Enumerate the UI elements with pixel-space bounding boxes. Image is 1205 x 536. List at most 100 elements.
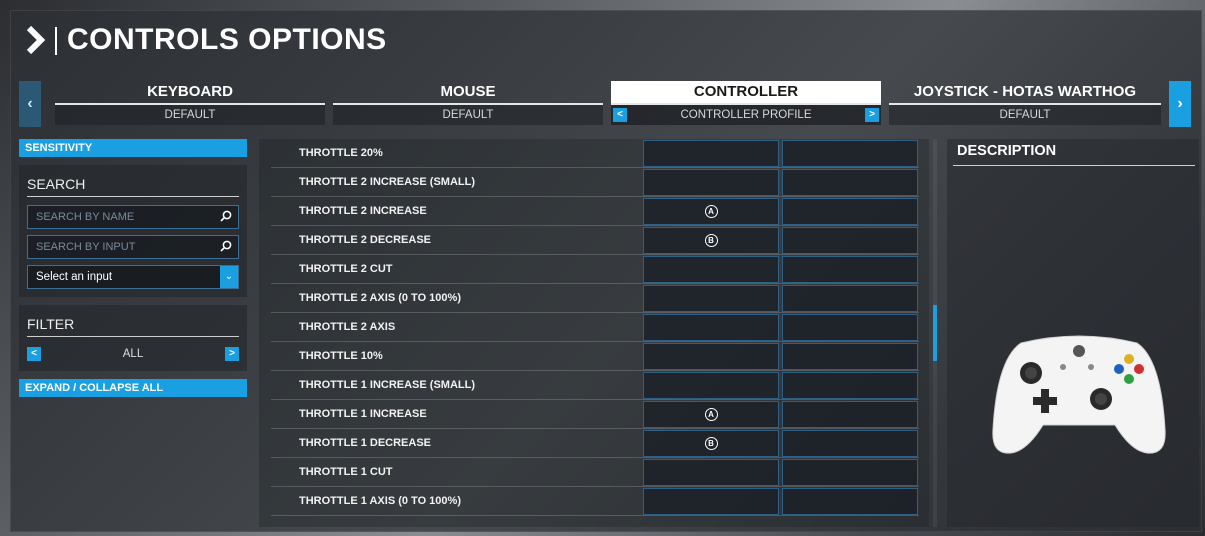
binding-input-1[interactable] (643, 285, 779, 312)
binding-input-1[interactable] (643, 372, 779, 399)
tab-label: KEYBOARD (147, 83, 233, 100)
tab-next-button[interactable]: › (1169, 81, 1191, 127)
binding-input-2[interactable] (782, 401, 918, 428)
binding-input-1[interactable]: B (643, 227, 779, 254)
search-icon[interactable] (220, 240, 232, 252)
controller-button-a-icon: A (704, 408, 718, 422)
sensitivity-button[interactable]: SENSITIVITY (19, 139, 247, 157)
binding-input-1[interactable] (643, 459, 779, 486)
search-icon[interactable] (220, 210, 232, 222)
tab-label: MOUSE (440, 83, 496, 100)
left-panel: SENSITIVITY SEARCH SEARCH BY NAME SEARCH… (19, 139, 247, 397)
chevron-left-icon[interactable]: < (27, 347, 41, 361)
search-by-name-placeholder: SEARCH BY NAME (36, 211, 135, 223)
profile-next-icon[interactable]: > (865, 108, 879, 122)
table-row[interactable]: THROTTLE 10% (271, 342, 919, 371)
binding-input-1[interactable]: A (643, 198, 779, 225)
chevron-right-icon[interactable] (25, 25, 47, 55)
description-divider (953, 165, 1195, 166)
tab-profile: DEFAULT (333, 105, 603, 125)
binding-input-2[interactable] (782, 256, 918, 283)
binding-input-2[interactable] (782, 430, 918, 457)
tab-profile: DEFAULT (55, 105, 325, 125)
title-separator (55, 27, 57, 55)
search-by-input-field[interactable]: SEARCH BY INPUT (27, 235, 239, 259)
binding-input-1[interactable] (643, 314, 779, 341)
binding-input-2[interactable] (782, 285, 918, 312)
binding-input-2[interactable] (782, 314, 918, 341)
binding-input-1[interactable] (643, 256, 779, 283)
table-row[interactable]: THROTTLE 1 DECREASE B (271, 429, 919, 458)
chevron-down-icon[interactable]: ⌄ (220, 266, 238, 288)
binding-label: THROTTLE 2 INCREASE (299, 205, 427, 217)
binding-label: THROTTLE 1 CUT (299, 466, 393, 478)
table-row[interactable]: THROTTLE 2 DECREASE B (271, 226, 919, 255)
binding-input-2[interactable] (782, 140, 918, 167)
binding-input-2[interactable] (782, 488, 918, 515)
binding-label: THROTTLE 20% (299, 147, 383, 159)
binding-input-1[interactable]: B (643, 430, 779, 457)
binding-input-2[interactable] (782, 372, 918, 399)
binding-input-1[interactable]: A (643, 401, 779, 428)
table-row[interactable]: THROTTLE 1 INCREASE (SMALL) (271, 371, 919, 400)
binding-label: THROTTLE 1 INCREASE (SMALL) (299, 379, 475, 391)
table-row[interactable]: THROTTLE 2 AXIS (0 TO 100%) (271, 284, 919, 313)
table-row[interactable]: THROTTLE 1 INCREASE A (271, 400, 919, 429)
tab-controller[interactable]: CONTROLLER < CONTROLLER PROFILE > (611, 81, 881, 127)
binding-input-1[interactable] (643, 343, 779, 370)
search-title: SEARCH (27, 172, 239, 197)
profile-prev-icon[interactable]: < (613, 108, 627, 122)
device-tabs: ‹ KEYBOARD DEFAULT MOUSE DEFAULT CONTROL… (19, 75, 1195, 130)
table-row[interactable]: THROTTLE 2 INCREASE (SMALL) (271, 168, 919, 197)
table-row[interactable]: THROTTLE 20% (271, 139, 919, 168)
binding-label: THROTTLE 10% (299, 350, 383, 362)
filter-value: ALL (122, 348, 144, 360)
profile-selector[interactable]: < CONTROLLER PROFILE > (611, 105, 881, 125)
binding-label: THROTTLE 1 DECREASE (299, 437, 432, 449)
binding-label: THROTTLE 2 DECREASE (299, 234, 432, 246)
tab-label: JOYSTICK - HOTAS WARTHOG (913, 83, 1137, 100)
binding-label: THROTTLE 2 CUT (299, 263, 393, 275)
binding-input-2[interactable] (782, 169, 918, 196)
binding-input-2[interactable] (782, 343, 918, 370)
binding-input-1[interactable] (643, 488, 779, 515)
table-row[interactable]: THROTTLE 2 CUT (271, 255, 919, 284)
table-row[interactable]: THROTTLE 2 INCREASE A (271, 197, 919, 226)
expand-section: EXPAND / COLLAPSE ALL (19, 379, 247, 397)
table-row[interactable]: THROTTLE 1 CUT (271, 458, 919, 487)
filter-selector[interactable]: < ALL > (27, 345, 239, 363)
binding-label: THROTTLE 2 INCREASE (SMALL) (299, 176, 475, 188)
filter-section: FILTER < ALL > (19, 305, 247, 371)
table-row[interactable]: THROTTLE 2 AXIS (271, 313, 919, 342)
search-section: SEARCH SEARCH BY NAME SEARCH BY INPUT Se… (19, 165, 247, 297)
expand-collapse-button[interactable]: EXPAND / COLLAPSE ALL (19, 379, 247, 397)
page-title: CONTROLS OPTIONS (67, 23, 387, 56)
bindings-list: THROTTLE 20% THROTTLE 2 INCREASE (SMALL) T… (259, 139, 929, 527)
tab-keyboard[interactable]: KEYBOARD DEFAULT (55, 81, 325, 127)
tab-profile: CONTROLLER PROFILE (680, 109, 812, 121)
binding-label: THROTTLE 1 AXIS (0 TO 100%) (299, 495, 461, 507)
select-input-value: Select an input (36, 271, 113, 283)
tab-joystick[interactable]: JOYSTICK - HOTAS WARTHOG DEFAULT (889, 81, 1161, 127)
binding-label: THROTTLE 2 AXIS (299, 321, 396, 333)
select-input-dropdown[interactable]: Select an input ⌄ (27, 265, 239, 289)
binding-input-1[interactable] (643, 140, 779, 167)
description-panel: DESCRIPTION (947, 139, 1199, 527)
search-by-input-placeholder: SEARCH BY INPUT (36, 241, 136, 253)
tab-label: CONTROLLER (611, 81, 881, 103)
tab-mouse[interactable]: MOUSE DEFAULT (333, 81, 603, 127)
header: CONTROLS OPTIONS (11, 11, 1201, 71)
search-by-name-input[interactable]: SEARCH BY NAME (27, 205, 239, 229)
controller-button-b-icon: B (704, 234, 718, 248)
xbox-controller-icon (992, 335, 1166, 454)
chevron-right-icon[interactable]: > (225, 347, 239, 361)
table-row[interactable]: THROTTLE 1 AXIS (0 TO 100%) (271, 487, 919, 516)
controller-button-a-icon: A (704, 205, 718, 219)
binding-input-1[interactable] (643, 169, 779, 196)
controls-options-window: CONTROLS OPTIONS ‹ KEYBOARD DEFAULT MOUS… (10, 10, 1202, 532)
tab-prev-button[interactable]: ‹ (19, 81, 41, 127)
scrollbar-thumb[interactable] (933, 305, 937, 361)
binding-input-2[interactable] (782, 227, 918, 254)
binding-input-2[interactable] (782, 459, 918, 486)
binding-input-2[interactable] (782, 198, 918, 225)
